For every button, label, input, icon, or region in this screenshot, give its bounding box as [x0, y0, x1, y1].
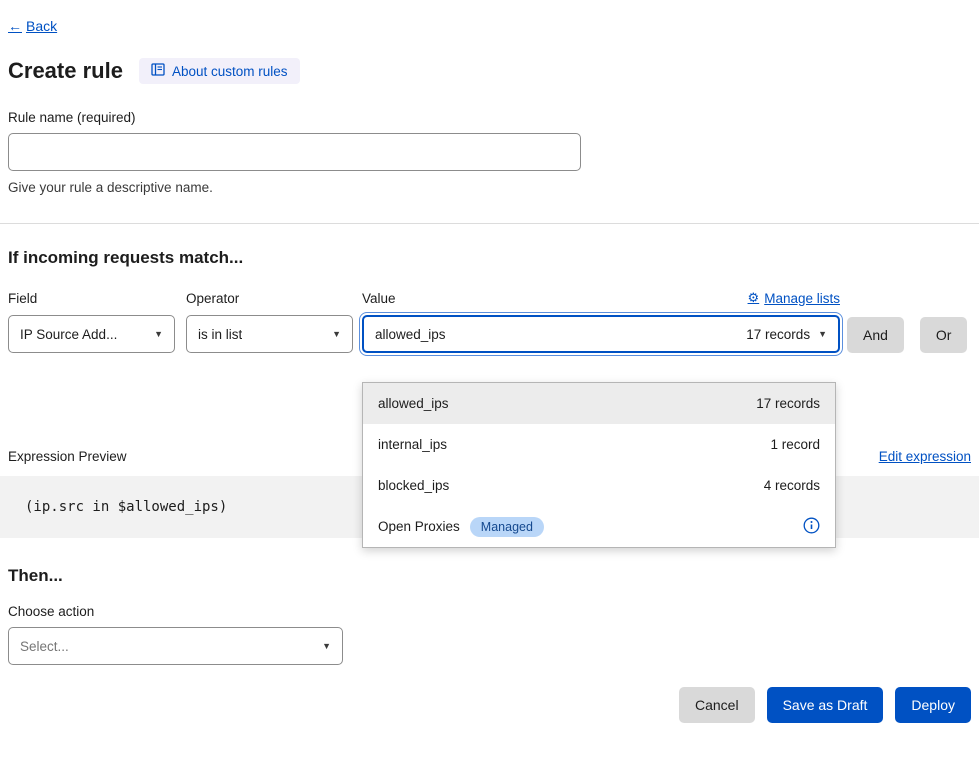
list-item-internal-ips[interactable]: internal_ips 1 record: [363, 424, 835, 465]
back-link-label: Back: [26, 18, 57, 34]
rule-name-label: Rule name (required): [0, 110, 979, 125]
chevron-down-icon: ▼: [818, 329, 827, 339]
field-label: Field: [8, 291, 175, 306]
managed-badge: Managed: [470, 517, 544, 537]
page-title: Create rule: [8, 58, 123, 84]
list-item-name: internal_ips: [378, 437, 447, 452]
gear-icon: ⚙: [748, 290, 760, 306]
list-item-open-proxies[interactable]: Open Proxies Managed: [363, 506, 835, 547]
match-section-heading: If incoming requests match...: [0, 248, 979, 268]
value-select-records: 17 records: [746, 327, 810, 342]
list-item-name: Open Proxies: [378, 519, 460, 534]
field-select-value: IP Source Add...: [20, 327, 117, 342]
deploy-button[interactable]: Deploy: [895, 687, 971, 723]
choose-action-label: Choose action: [0, 604, 979, 619]
back-arrow-icon: ←: [8, 18, 22, 34]
operator-label: Operator: [186, 291, 353, 306]
edit-expression-link[interactable]: Edit expression: [879, 449, 971, 464]
value-label: Value: [362, 291, 396, 306]
and-button[interactable]: And: [847, 317, 904, 353]
info-icon[interactable]: [803, 517, 820, 537]
value-select-value: allowed_ips: [375, 327, 446, 342]
list-item-name: allowed_ips: [378, 396, 449, 411]
operator-select-value: is in list: [198, 327, 242, 342]
or-button[interactable]: Or: [920, 317, 968, 353]
then-heading: Then...: [0, 566, 979, 586]
cancel-button[interactable]: Cancel: [679, 687, 755, 723]
list-item-records: 1 record: [770, 437, 820, 452]
manage-lists-link[interactable]: ⚙ Manage lists: [748, 290, 840, 306]
match-row: Field IP Source Add... ▼ Operator is in …: [0, 290, 979, 353]
field-column: Field IP Source Add... ▼: [8, 291, 175, 353]
list-item-name: blocked_ips: [378, 478, 449, 493]
list-item-allowed-ips[interactable]: allowed_ips 17 records: [363, 383, 835, 424]
value-label-row: Value ⚙ Manage lists: [362, 290, 840, 306]
rule-name-helper: Give your rule a descriptive name.: [0, 180, 979, 195]
andor-buttons: And Or: [847, 317, 967, 353]
list-item-records: 4 records: [764, 478, 820, 493]
chevron-down-icon: ▼: [322, 641, 331, 651]
about-custom-rules-link[interactable]: About custom rules: [139, 58, 300, 84]
footer-buttons: Cancel Save as Draft Deploy: [0, 687, 979, 723]
list-item-records: 17 records: [756, 396, 820, 411]
expression-code: (ip.src in $allowed_ips): [0, 499, 227, 515]
back-link[interactable]: ←Back: [8, 18, 57, 34]
chevron-down-icon: ▼: [154, 329, 163, 339]
list-dropdown-menu: allowed_ips 17 records internal_ips 1 re…: [362, 382, 836, 548]
title-row: Create rule About custom rules: [0, 58, 979, 84]
rule-name-input[interactable]: [8, 133, 581, 171]
field-select[interactable]: IP Source Add... ▼: [8, 315, 175, 353]
value-column: Value ⚙ Manage lists allowed_ips 17 recor…: [362, 290, 840, 353]
back-row: ←Back: [0, 18, 979, 34]
value-select[interactable]: allowed_ips 17 records ▼: [362, 315, 840, 353]
operator-select[interactable]: is in list ▼: [186, 315, 353, 353]
list-item-blocked-ips[interactable]: blocked_ips 4 records: [363, 465, 835, 506]
save-as-draft-button[interactable]: Save as Draft: [767, 687, 884, 723]
manage-lists-label: Manage lists: [764, 291, 840, 306]
chevron-down-icon: ▼: [332, 329, 341, 339]
action-select-placeholder: Select...: [20, 639, 69, 654]
operator-column: Operator is in list ▼: [186, 291, 353, 353]
expression-preview-label: Expression Preview: [8, 449, 127, 464]
docs-icon: [151, 63, 165, 79]
about-link-label: About custom rules: [172, 64, 288, 79]
section-divider: [0, 223, 979, 224]
action-select[interactable]: Select... ▼: [8, 627, 343, 665]
